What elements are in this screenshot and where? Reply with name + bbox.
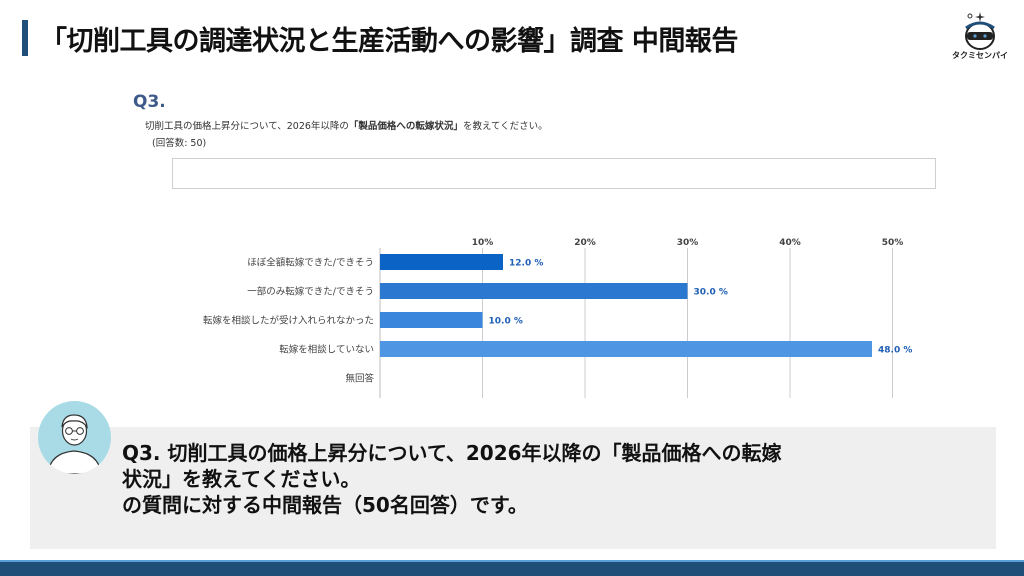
data-label: 10.0 % bbox=[489, 317, 523, 327]
x-tick-label: 30% bbox=[677, 238, 699, 248]
x-tick-label: 50% bbox=[882, 238, 904, 248]
footer-bar bbox=[0, 562, 1024, 576]
comment-line-1: Q3. 切削工具の価格上昇分について、2026年以降の「製品価格への転嫁 bbox=[122, 441, 782, 465]
x-tick-label: 40% bbox=[779, 238, 801, 248]
bar bbox=[380, 312, 483, 328]
x-tick-label: 20% bbox=[574, 238, 596, 248]
category-label: 転嫁を相談していない bbox=[279, 344, 374, 356]
bar-chart: 10% 20% 30% 40% 50% ほぼ全額転嫁できた/できそう 12.0 % 一部のみ転… bbox=[203, 238, 912, 398]
comment-line-3: の質問に対する中間報告（50名回答）です。 bbox=[122, 493, 528, 517]
bar bbox=[380, 341, 872, 357]
empty-panel bbox=[172, 158, 936, 189]
category-label: 無回答 bbox=[345, 373, 374, 385]
category-label: 一部のみ転嫁できた/できそう bbox=[247, 286, 374, 298]
category-label: 転嫁を相談したが受け入れられなかった bbox=[203, 315, 374, 327]
category-label: ほぼ全額転嫁できた/できそう bbox=[247, 257, 374, 269]
data-label: 48.0 % bbox=[878, 346, 912, 356]
comment-text: Q3. 切削工具の価格上昇分について、2026年以降の「製品価格への転嫁 状況」… bbox=[122, 440, 982, 518]
data-label: 12.0 % bbox=[509, 259, 543, 269]
comment-line-2: 状況」を教えてください。 bbox=[122, 467, 361, 491]
title-accent-bar bbox=[22, 20, 28, 56]
page-title: 「切削工具の調達状況と生産活動への影響」調査 中間報告 bbox=[40, 26, 738, 57]
person-avatar-icon bbox=[38, 401, 111, 474]
x-tick-label: 10% bbox=[472, 238, 494, 248]
bar bbox=[380, 254, 503, 270]
bar bbox=[380, 283, 688, 299]
logo-text: タクミセンパイ bbox=[952, 51, 1008, 60]
question-text: 切削工具の価格上昇分について、2026年以降の「製品価格への転嫁状況」を教えてく… bbox=[145, 121, 548, 132]
response-count: (回答数: 50) bbox=[152, 138, 207, 149]
question-number: Q3. bbox=[133, 92, 166, 112]
data-label: 30.0 % bbox=[694, 288, 728, 298]
